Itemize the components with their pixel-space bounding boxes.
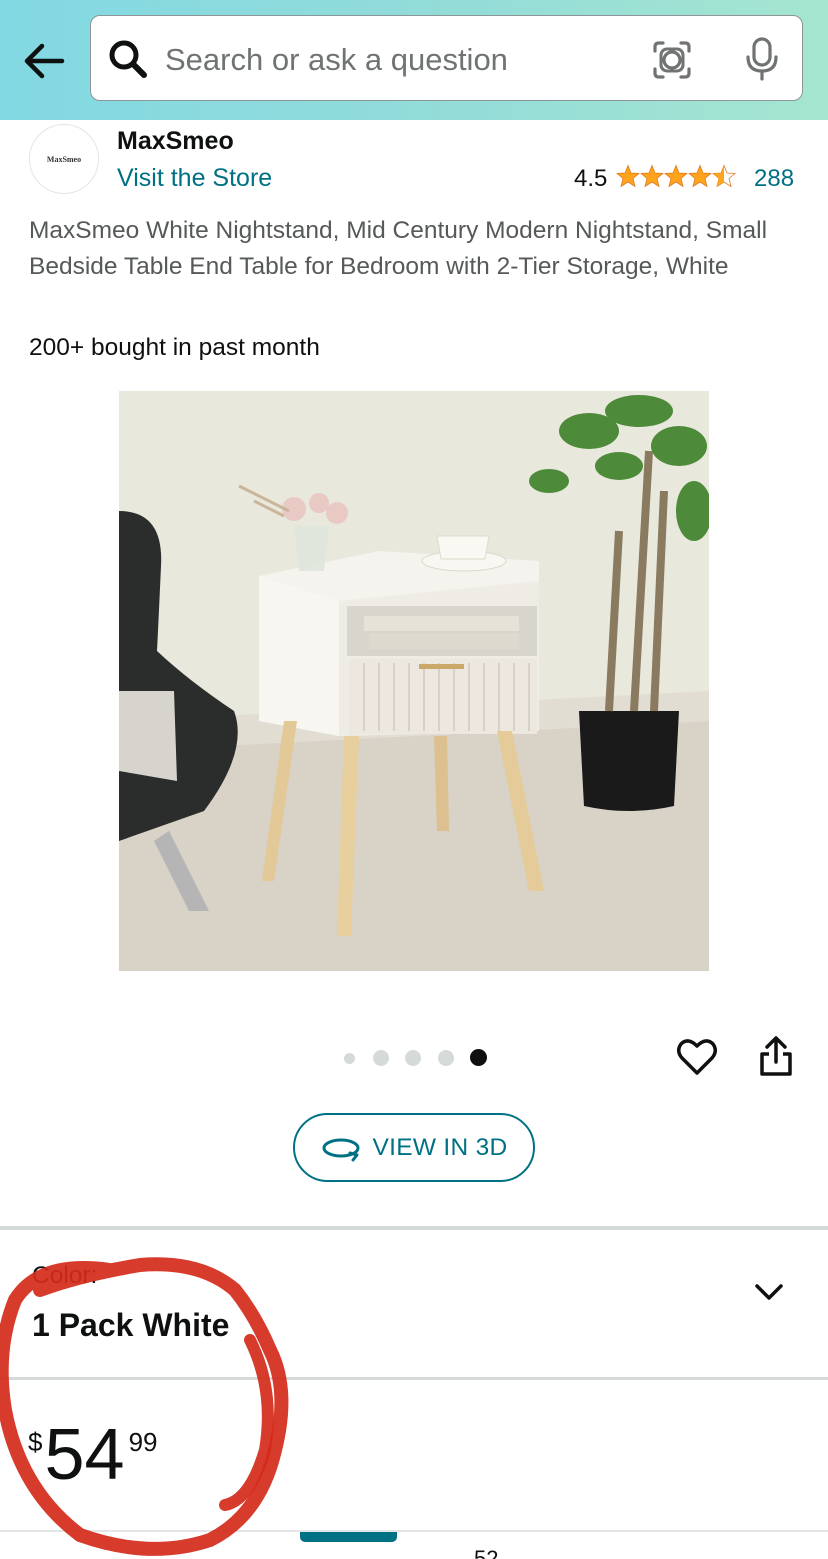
search-input[interactable] [165,38,635,82]
price-fraction: 99 [128,1427,158,1457]
star-full-icon [664,164,688,188]
carousel-dot[interactable] [438,1050,454,1066]
add-to-list-button[interactable] [676,1036,718,1078]
rating-count-link[interactable]: 288 [754,165,794,193]
bottom-divider [0,1530,828,1532]
back-button[interactable] [22,38,68,84]
camera-icon[interactable] [651,39,693,81]
rating-value[interactable]: 4.5 [574,165,607,193]
view-in-3d-button[interactable]: VIEW IN 3D [293,1113,535,1182]
product-title: MaxSmeo White Nightstand, Mid Century Mo… [29,217,768,280]
star-half-icon [712,164,736,188]
carousel-dot[interactable] [373,1050,389,1066]
price: $ 54 99 [28,1415,157,1495]
bottom-tab-indicator [300,1532,397,1542]
arrow-left-icon [24,43,65,79]
color-value: 1 Pack White [32,1307,230,1343]
star-full-icon [616,164,640,188]
nightstand-photo [119,391,709,971]
color-label: Color: [32,1262,98,1289]
color-selector[interactable]: Color: 1 Pack White [0,1230,828,1378]
share-icon [760,1036,792,1076]
store-logo[interactable]: MaxSmeo [29,124,99,194]
microphone-icon[interactable] [741,36,783,82]
rating-stars[interactable] [616,164,736,188]
brand-name: MaxSmeo [117,127,234,155]
visit-store-link[interactable]: Visit the Store [117,164,272,193]
carousel-dot[interactable] [405,1050,421,1066]
carousel-dot-active[interactable] [470,1049,487,1066]
bottom-partial-text: 52 [474,1546,499,1559]
carousel-dot[interactable] [344,1053,355,1064]
rotate-3d-icon [322,1138,360,1161]
image-carousel-dots [344,1048,489,1066]
star-full-icon [688,164,712,188]
search-bar[interactable] [90,15,803,101]
price-currency-symbol: $ [28,1427,43,1457]
section-divider [0,1377,828,1380]
top-header-bar [0,0,828,120]
view-in-3d-label: VIEW IN 3D [372,1133,508,1161]
share-button[interactable] [755,1034,797,1078]
search-icon [109,40,147,78]
chevron-down-icon [755,1284,783,1300]
product-image[interactable] [119,391,709,971]
price-whole: 54 [44,1415,125,1495]
bought-in-past-month: 200+ bought in past month [29,334,320,361]
star-full-icon [640,164,664,188]
heart-icon [677,1039,717,1075]
